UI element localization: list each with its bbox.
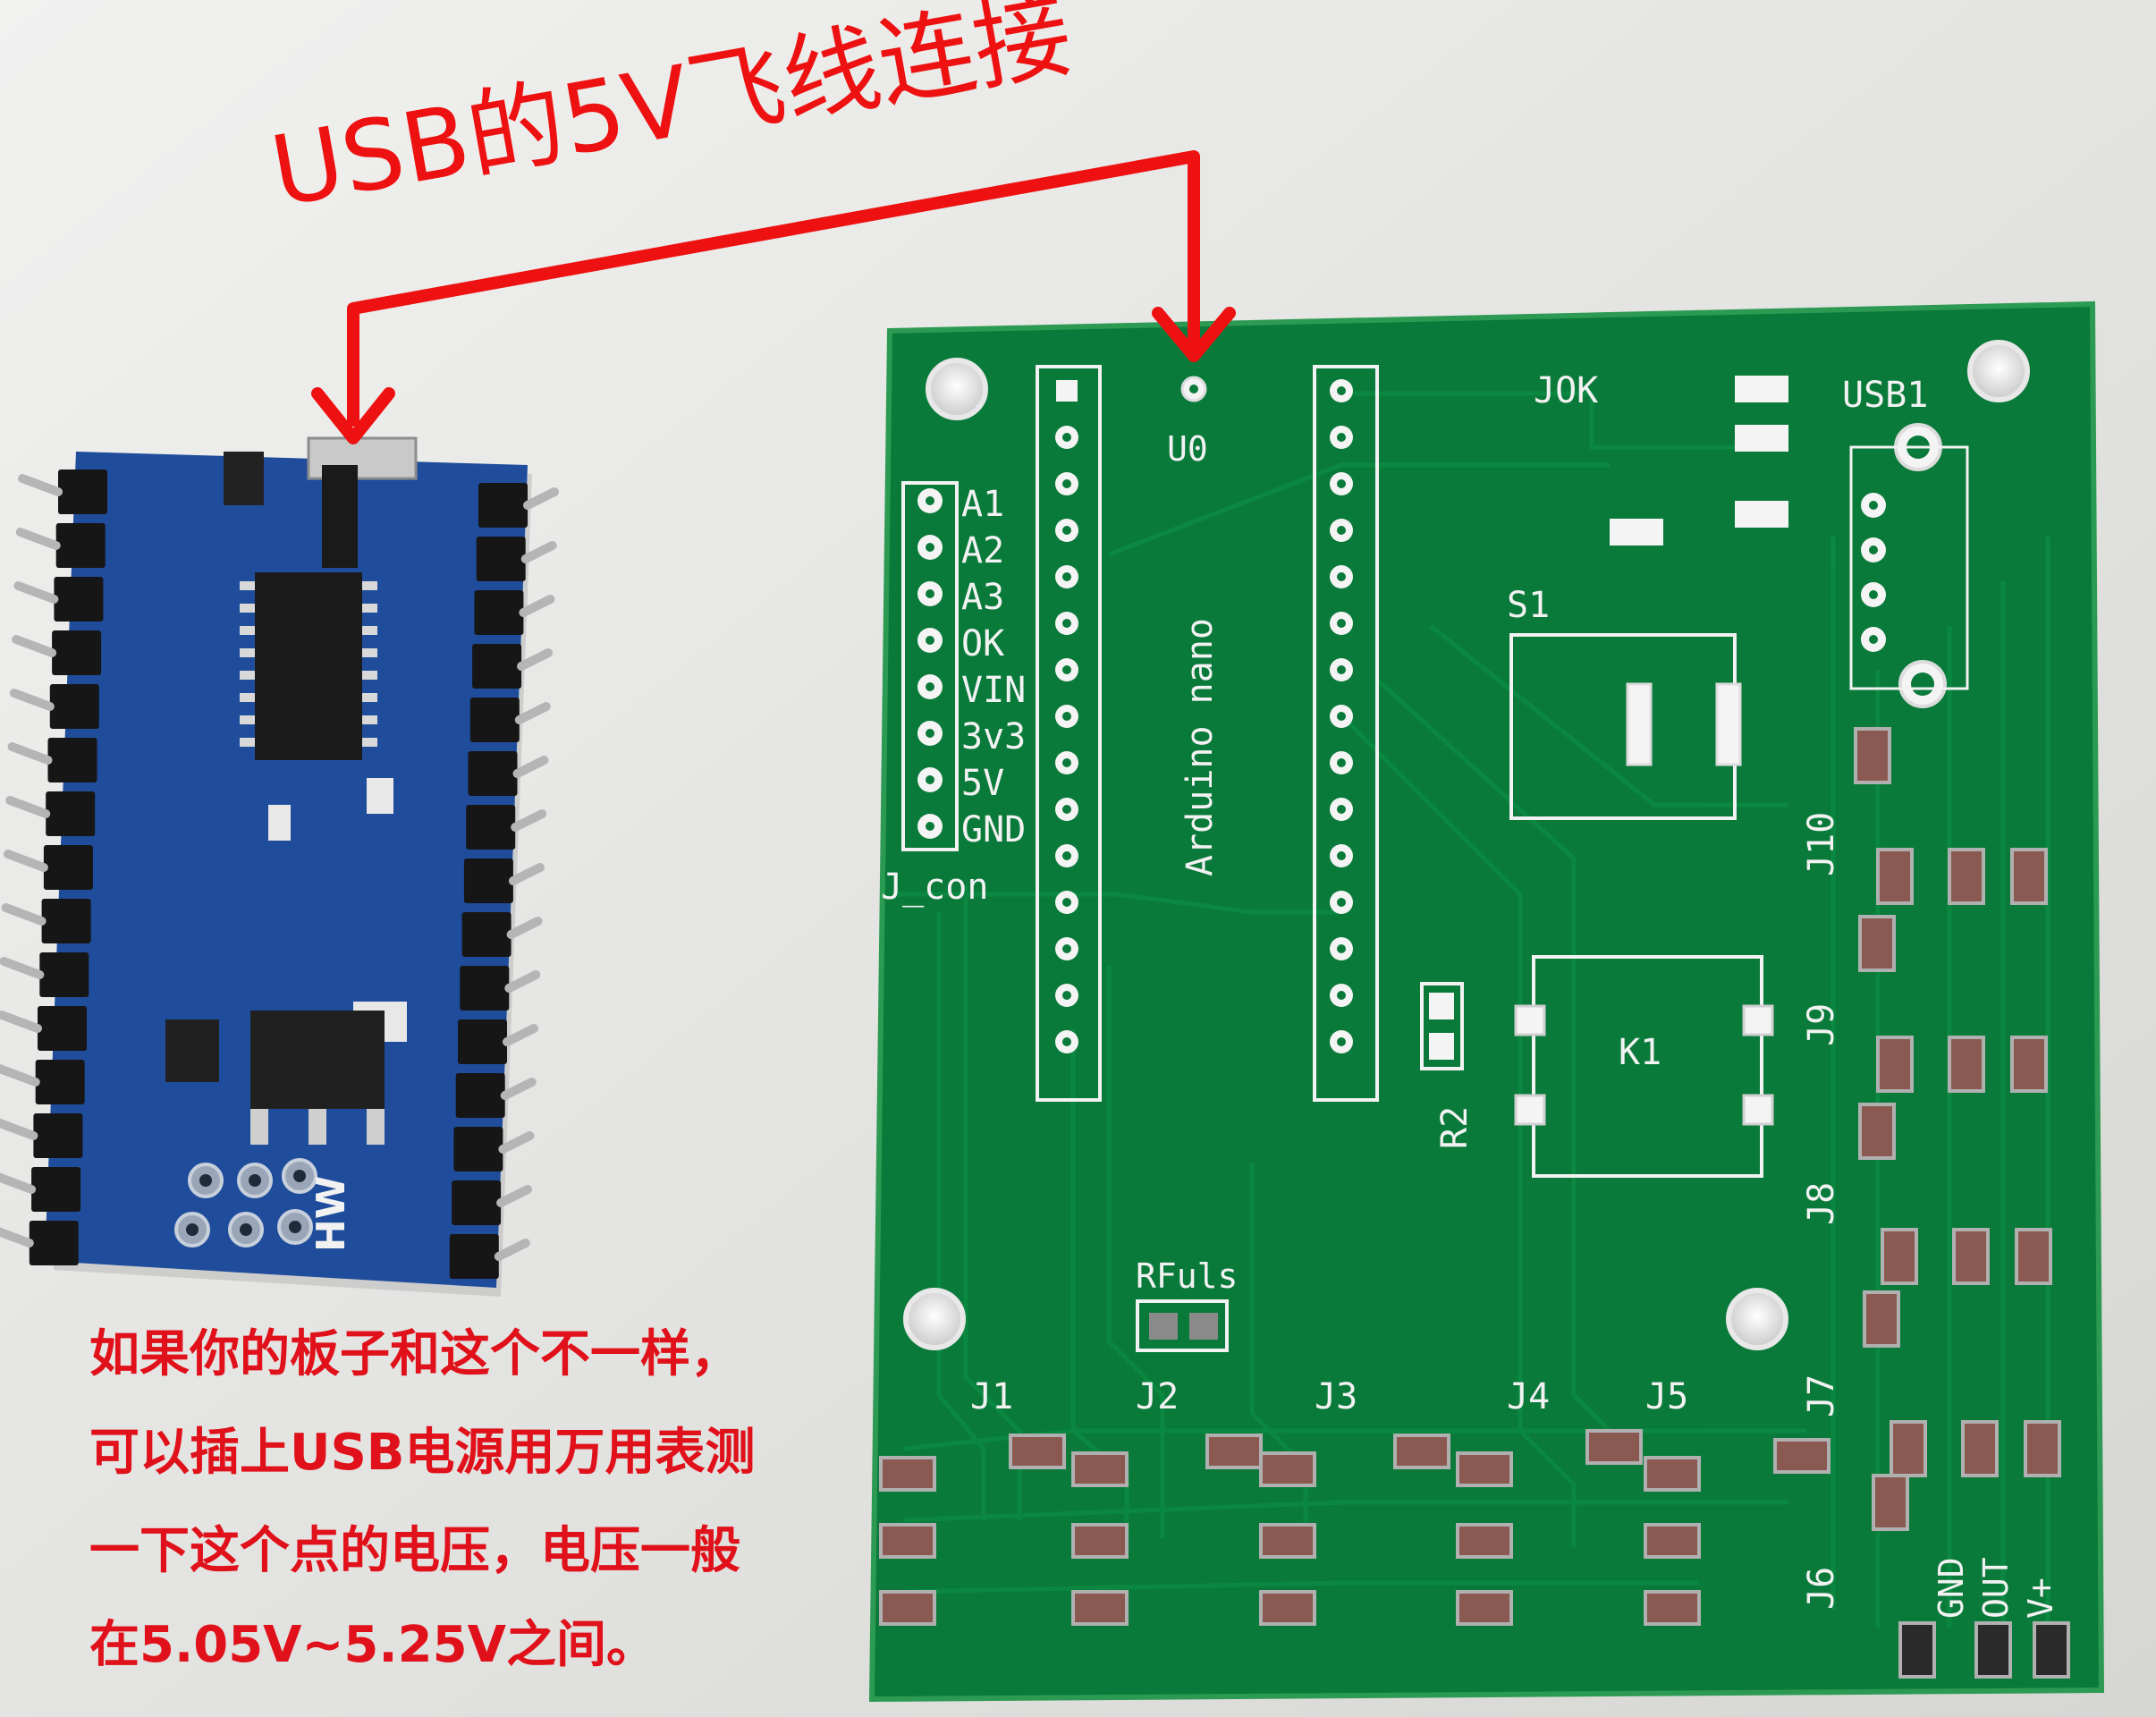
mounting-hole: [926, 358, 988, 420]
label-power-out: OUT: [1976, 1557, 2016, 1619]
nano-voltage-regulator: [250, 1011, 385, 1109]
mounting-hole: [903, 1288, 966, 1350]
label-j8: J8: [1801, 1182, 1842, 1225]
note-line-4: 在5.05V~5.25V之间。: [89, 1616, 656, 1674]
label-k1: K1: [1619, 1032, 1661, 1073]
header-pin-label-5v: 5V: [961, 763, 1004, 804]
note-line-1: 如果你的板子和这个不一样，: [89, 1325, 740, 1383]
nano-usb-chip: [255, 572, 362, 760]
label-usb1: USB1: [1842, 375, 1928, 416]
header-pin-label-a3: A3: [961, 577, 1004, 618]
mounting-hole: [1967, 340, 2030, 402]
header-pin-label-3v3: 3v3: [961, 716, 1026, 757]
green-pcb: U0 Arduino nano A1 A2 A3 OK VIN 3v3 5V GND J_co…: [868, 300, 2105, 1703]
label-arduino-nano: Arduino nano: [1179, 618, 1221, 876]
note-line-3: 一下这个点的电压，电压一般: [89, 1522, 740, 1580]
nano-silk-hw: HW: [309, 1176, 354, 1252]
label-power-gnd: GND: [1932, 1557, 1971, 1619]
label-j9: J9: [1801, 1003, 1842, 1046]
label-power-vplus: V+: [2021, 1577, 2060, 1619]
mounting-hole: [1726, 1288, 1788, 1350]
header-pin-label-a1: A1: [961, 484, 1004, 525]
label-j7: J7: [1801, 1374, 1842, 1417]
label-s1: S1: [1507, 585, 1550, 626]
pcb-substrate: [872, 304, 2101, 1699]
label-j6: J6: [1801, 1567, 1842, 1610]
label-j1: J1: [970, 1376, 1013, 1417]
label-j10: J10: [1801, 812, 1842, 876]
header-pin-label-vin: VIN: [961, 670, 1026, 711]
label-r2: R2: [1434, 1106, 1475, 1149]
label-u0: U0: [1167, 429, 1208, 469]
label-j3: J3: [1315, 1376, 1357, 1417]
label-rfuls: RFuls: [1136, 1256, 1238, 1296]
label-j5: J5: [1645, 1376, 1688, 1417]
label-j-con: J_con: [881, 867, 988, 908]
label-jok: JOK: [1534, 370, 1598, 411]
label-j4: J4: [1507, 1376, 1550, 1417]
header-pin-label-a2: A2: [961, 530, 1004, 571]
header-pin-label-ok: OK: [961, 623, 1004, 664]
note-line-2: 可以插上USB电源用万用表测: [89, 1424, 756, 1482]
label-j2: J2: [1136, 1376, 1179, 1417]
arduino-nano-board: HW: [0, 436, 559, 1297]
header-pin-label-gnd: GND: [961, 809, 1026, 850]
